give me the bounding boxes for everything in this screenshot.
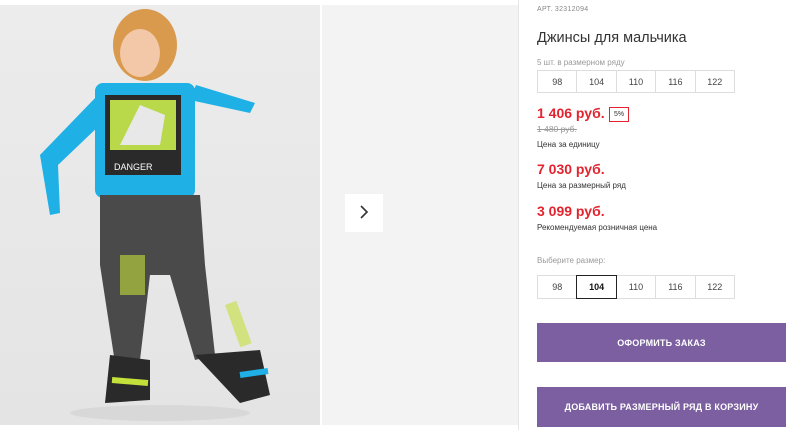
retail-price-caption: Рекомендуемая розничная цена	[537, 223, 658, 232]
unit-price: 1 406 руб.	[537, 105, 605, 121]
retail-price: 3 099 руб.	[537, 203, 605, 219]
size-row-item: 110	[615, 70, 657, 93]
discount-badge: 5%	[609, 107, 630, 122]
size-row-list: 98 104 110 116 122	[537, 70, 735, 93]
size-option[interactable]: 116	[655, 275, 696, 299]
column-divider	[518, 0, 519, 430]
add-size-row-to-cart-button[interactable]: ДОБАВИТЬ РАЗМЕРНЫЙ РЯД В КОРЗИНУ	[537, 387, 786, 427]
boy-in-jeans-photo: DANGER	[40, 9, 270, 421]
size-row-price: 7 030 руб.	[537, 161, 605, 177]
old-price: 1 480 руб.	[537, 124, 577, 134]
size-row-item: 104	[576, 70, 617, 93]
size-row-item: 98	[537, 70, 578, 93]
product-title: Джинсы для мальчика	[537, 30, 687, 46]
size-row-price-caption: Цена за размерный ряд	[537, 181, 626, 190]
chevron-right-icon	[358, 204, 370, 223]
size-selector: 98 104 110 116 122	[537, 275, 735, 299]
product-sku: АРТ. 32312094	[537, 6, 589, 13]
size-row-item: 122	[694, 70, 735, 93]
choose-size-label: Выберите размер:	[537, 256, 606, 265]
size-option[interactable]: 110	[615, 275, 657, 299]
product-photo[interactable]: DANGER	[0, 5, 320, 425]
unit-price-caption: Цена за единицу	[537, 140, 600, 149]
svg-text:DANGER: DANGER	[114, 162, 153, 172]
checkout-button[interactable]: ОФОРМИТЬ ЗАКАЗ	[537, 323, 786, 362]
size-option-selected[interactable]: 104	[576, 275, 617, 299]
product-gallery: DANGER	[0, 0, 518, 430]
gallery-next-button[interactable]	[345, 194, 383, 232]
size-option[interactable]: 122	[694, 275, 735, 299]
size-row-item: 116	[655, 70, 696, 93]
size-row-label: 5 шт. в размерном ряду	[537, 58, 625, 67]
size-option[interactable]: 98	[537, 275, 578, 299]
